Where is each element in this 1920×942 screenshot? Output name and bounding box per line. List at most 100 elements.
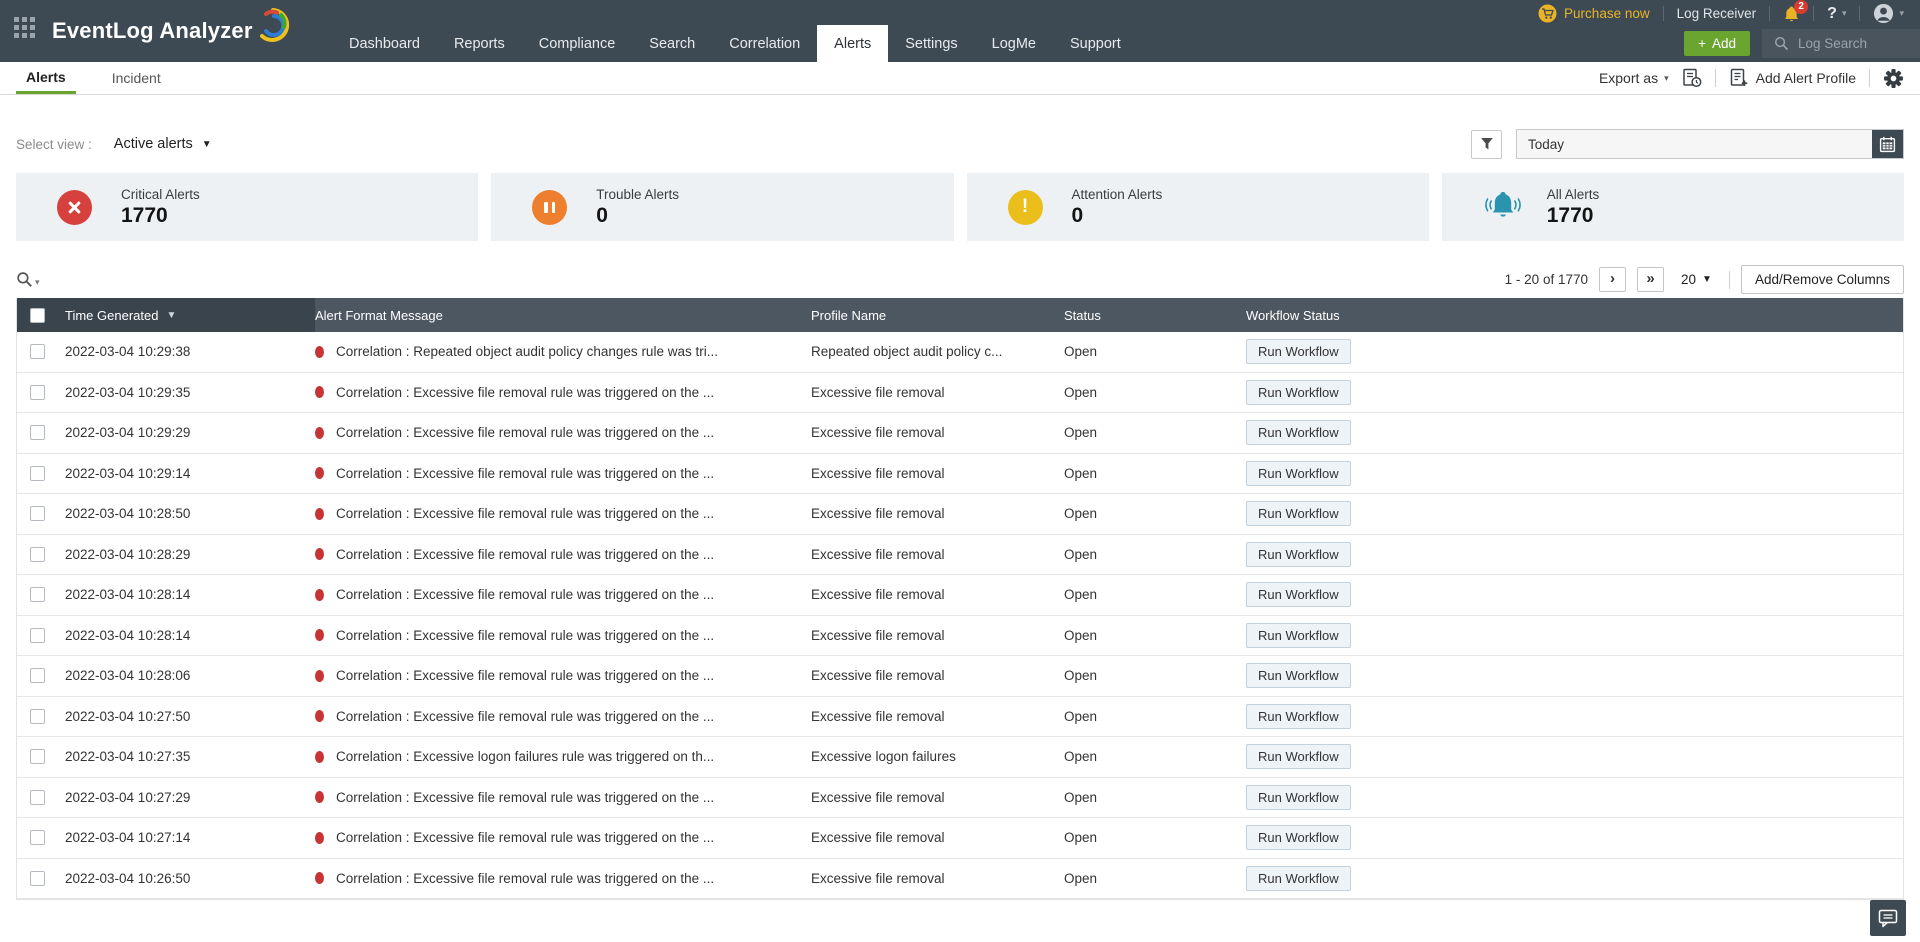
table-row[interactable]: 2022-03-04 10:29:38 Correlation : Repeat… [17, 332, 1903, 373]
row-checkbox[interactable] [30, 344, 45, 359]
table-row[interactable]: 2022-03-04 10:26:50 Correlation : Excess… [17, 859, 1903, 900]
run-workflow-button[interactable]: Run Workflow [1246, 663, 1351, 688]
status-cell: Open [1064, 587, 1246, 602]
all-alerts-card[interactable]: All Alerts 1770 [1442, 173, 1904, 241]
row-checkbox[interactable] [30, 709, 45, 724]
filter-button[interactable] [1471, 130, 1502, 159]
add-button[interactable]: + Add [1684, 31, 1750, 56]
run-workflow-button[interactable]: Run Workflow [1246, 582, 1351, 607]
chevron-down-icon: ▼ [202, 139, 212, 150]
run-workflow-button[interactable]: Run Workflow [1246, 866, 1351, 891]
profile-name-cell: Excessive file removal [811, 830, 1064, 845]
row-checkbox[interactable] [30, 385, 45, 400]
status-cell: Open [1064, 871, 1246, 886]
trouble-alerts-card[interactable]: Trouble Alerts 0 [491, 173, 953, 241]
row-checkbox[interactable] [30, 871, 45, 886]
nav-item-search[interactable]: Search [632, 25, 712, 62]
run-workflow-button[interactable]: Run Workflow [1246, 825, 1351, 850]
tab-incident[interactable]: Incident [102, 62, 171, 94]
alert-message-cell: Correlation : Excessive file removal rul… [315, 385, 811, 400]
nav-item-logme[interactable]: LogMe [975, 25, 1053, 62]
settings-gear-button[interactable] [1883, 68, 1904, 89]
run-workflow-button[interactable]: Run Workflow [1246, 744, 1351, 769]
row-checkbox[interactable] [30, 587, 45, 602]
row-checkbox[interactable] [30, 668, 45, 683]
app-logo-text: EventLog Analyzer [52, 18, 253, 44]
row-checkbox[interactable] [30, 628, 45, 643]
run-workflow-button[interactable]: Run Workflow [1246, 785, 1351, 810]
purchase-now-label: Purchase now [1564, 6, 1650, 21]
row-checkbox[interactable] [30, 466, 45, 481]
row-checkbox[interactable] [30, 830, 45, 845]
table-row[interactable]: 2022-03-04 10:27:50 Correlation : Excess… [17, 697, 1903, 738]
row-checkbox[interactable] [30, 425, 45, 440]
next-page-button[interactable]: › [1599, 267, 1626, 292]
table-row[interactable]: 2022-03-04 10:27:14 Correlation : Excess… [17, 818, 1903, 859]
run-workflow-button[interactable]: Run Workflow [1246, 339, 1351, 364]
notifications-button[interactable]: 2 [1783, 5, 1800, 23]
add-remove-columns-button[interactable]: Add/Remove Columns [1741, 265, 1904, 294]
nav-item-compliance[interactable]: Compliance [522, 25, 633, 62]
table-row[interactable]: 2022-03-04 10:27:35 Correlation : Excess… [17, 737, 1903, 778]
table-row[interactable]: 2022-03-04 10:29:35 Correlation : Excess… [17, 373, 1903, 414]
table-row[interactable]: 2022-03-04 10:28:14 Correlation : Excess… [17, 616, 1903, 657]
nav-item-dashboard[interactable]: Dashboard [332, 25, 437, 62]
page-size-dropdown[interactable]: 20 ▼ [1681, 272, 1712, 287]
row-checkbox[interactable] [30, 749, 45, 764]
nav-item-reports[interactable]: Reports [437, 25, 522, 62]
profile-name-cell: Excessive logon failures [811, 749, 1064, 764]
app-logo[interactable]: EventLog Analyzer [52, 0, 291, 62]
run-workflow-button[interactable]: Run Workflow [1246, 461, 1351, 486]
run-workflow-button[interactable]: Run Workflow [1246, 623, 1351, 648]
purchase-now-link[interactable]: Purchase now [1538, 4, 1650, 23]
table-row[interactable]: 2022-03-04 10:28:50 Correlation : Excess… [17, 494, 1903, 535]
schedule-report-button[interactable] [1682, 68, 1702, 88]
run-workflow-button[interactable]: Run Workflow [1246, 501, 1351, 526]
alert-message-cell: Correlation : Excessive file removal rul… [315, 871, 811, 886]
run-workflow-button[interactable]: Run Workflow [1246, 704, 1351, 729]
table-row[interactable]: 2022-03-04 10:27:29 Correlation : Excess… [17, 778, 1903, 819]
row-checkbox[interactable] [30, 547, 45, 562]
table-row[interactable]: 2022-03-04 10:28:29 Correlation : Excess… [17, 535, 1903, 576]
nav-item-alerts[interactable]: Alerts [817, 25, 888, 62]
log-receiver-link[interactable]: Log Receiver [1677, 6, 1757, 21]
attention-alerts-card[interactable]: ! Attention Alerts 0 [967, 173, 1429, 241]
help-menu[interactable]: ? ▾ [1827, 5, 1846, 23]
column-header-time-generated[interactable]: Time Generated ▼ [61, 298, 315, 332]
table-row[interactable]: 2022-03-04 10:28:14 Correlation : Excess… [17, 575, 1903, 616]
feedback-chat-button[interactable] [1870, 900, 1906, 936]
time-generated-cell: 2022-03-04 10:26:50 [61, 871, 315, 886]
divider [1813, 6, 1814, 21]
run-workflow-button[interactable]: Run Workflow [1246, 542, 1351, 567]
table-row[interactable]: 2022-03-04 10:29:14 Correlation : Excess… [17, 454, 1903, 495]
run-workflow-button[interactable]: Run Workflow [1246, 420, 1351, 445]
export-as-dropdown[interactable]: Export as ▾ [1599, 70, 1669, 86]
row-checkbox[interactable] [30, 506, 45, 521]
table-row[interactable]: 2022-03-04 10:28:06 Correlation : Excess… [17, 656, 1903, 697]
view-dropdown[interactable]: Active alerts ▼ [114, 136, 212, 152]
alert-message-cell: Correlation : Excessive file removal rul… [315, 668, 811, 683]
nav-item-correlation[interactable]: Correlation [712, 25, 817, 62]
table-search-button[interactable]: ▾ [16, 271, 40, 288]
calendar-button[interactable] [1872, 130, 1903, 158]
last-page-button[interactable]: » [1637, 267, 1664, 292]
add-alert-profile-button[interactable]: Add Alert Profile [1729, 68, 1856, 88]
critical-alerts-card[interactable]: Critical Alerts 1770 [16, 173, 478, 241]
run-workflow-button[interactable]: Run Workflow [1246, 380, 1351, 405]
table-row[interactable]: 2022-03-04 10:29:29 Correlation : Excess… [17, 413, 1903, 454]
tab-alerts[interactable]: Alerts [16, 62, 76, 94]
select-all-checkbox[interactable] [30, 308, 45, 323]
log-search-input[interactable]: Log Search [1762, 29, 1920, 58]
apps-grid-icon[interactable] [14, 17, 35, 38]
severity-dot-icon [315, 467, 324, 479]
nav-item-settings[interactable]: Settings [888, 25, 974, 62]
top-actions-row: + Add Log Search [1684, 29, 1920, 58]
nav-item-support[interactable]: Support [1053, 25, 1138, 62]
date-range-field[interactable]: Today [1516, 129, 1904, 159]
user-menu[interactable]: ▾ [1873, 3, 1904, 24]
row-checkbox[interactable] [30, 790, 45, 805]
sub-tab-bar: Alerts Incident Export as ▾ [0, 62, 1920, 95]
alert-message-cell: Correlation : Excessive file removal rul… [315, 709, 811, 724]
divider [1769, 6, 1770, 21]
severity-dot-icon [315, 791, 324, 803]
